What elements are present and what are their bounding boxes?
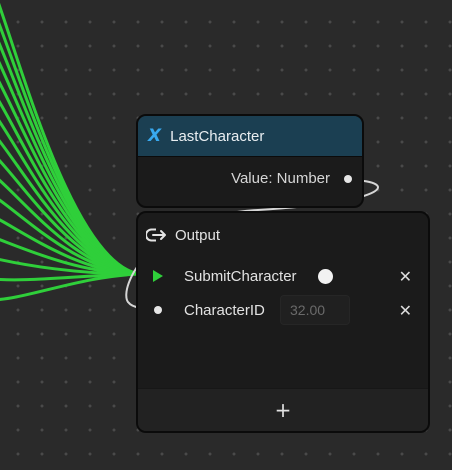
output-node-header[interactable]: Output (138, 213, 428, 257)
remove-pin-icon[interactable]: ✕ (399, 267, 412, 286)
data-port-icon[interactable] (154, 306, 162, 314)
output-port-icon[interactable] (344, 174, 352, 183)
variable-output-row: Value: Number (231, 170, 352, 187)
output-node-title: Output (175, 226, 221, 244)
pin-row-character-id: CharacterID 32.00 ✕ (138, 295, 428, 325)
add-pin-bar[interactable]: + (138, 388, 428, 431)
variable-node[interactable]: X LastCharacter Value: Number (136, 114, 364, 208)
pin-row-submit-character: SubmitCharacter ✕ (138, 261, 428, 291)
bool-toggle[interactable] (318, 268, 333, 284)
exec-wire-bundle[interactable] (0, 0, 141, 301)
exec-port-icon[interactable] (153, 270, 163, 282)
variable-node-title: LastCharacter (170, 127, 265, 145)
exec-wire[interactable] (0, 23, 141, 276)
output-arrow-icon (146, 228, 166, 242)
variable-x-icon: X (148, 126, 162, 146)
remove-pin-icon[interactable]: ✕ (399, 301, 412, 320)
variable-output-label: Value: Number (231, 170, 330, 187)
character-id-input[interactable]: 32.00 (280, 295, 350, 325)
add-pin-button[interactable]: + (275, 398, 292, 422)
pin-label: SubmitCharacter (184, 267, 297, 285)
pin-label: CharacterID (184, 301, 265, 319)
variable-node-header[interactable]: X LastCharacter (138, 116, 362, 157)
output-node[interactable]: Output SubmitCharacter ✕ CharacterID 32.… (136, 211, 430, 433)
